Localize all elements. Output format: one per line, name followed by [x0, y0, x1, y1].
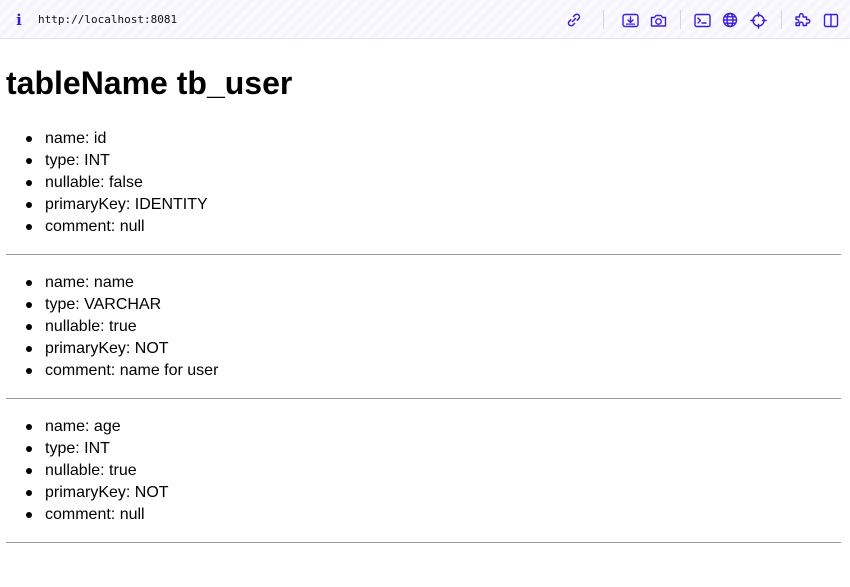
toolbar-separator: [603, 10, 604, 29]
toolbar-separator: [781, 10, 782, 29]
download-card-icon[interactable]: [620, 10, 640, 30]
column-type: type: INT: [0, 150, 850, 172]
column-details-list: name: age type: INT nullable: true prima…: [0, 416, 850, 526]
column-comment: comment: null: [0, 216, 850, 238]
column-nullable: nullable: true: [0, 460, 850, 482]
column-details-list: name: name type: VARCHAR nullable: true …: [0, 272, 850, 382]
column-name: name: id: [0, 128, 850, 150]
globe-icon[interactable]: [720, 10, 740, 30]
column-type: type: VARCHAR: [0, 294, 850, 316]
column-nullable: nullable: true: [0, 316, 850, 338]
column-type: type: INT: [0, 438, 850, 460]
url-bar[interactable]: http://localhost:8081: [38, 12, 177, 28]
column-primary-key: primaryKey: NOT: [0, 482, 850, 504]
page-title: tableName tb_user: [6, 65, 293, 101]
column-name: name: name: [0, 272, 850, 294]
crosshair-icon[interactable]: [748, 10, 768, 30]
link-icon[interactable]: [564, 10, 584, 30]
column-details-list: name: id type: INT nullable: false prima…: [0, 128, 850, 238]
camera-icon[interactable]: [648, 10, 668, 30]
horizontal-rule: [6, 254, 841, 255]
extension-icon[interactable]: [793, 10, 813, 30]
column-primary-key: primaryKey: NOT: [0, 338, 850, 360]
sidebar-icon[interactable]: [821, 10, 841, 30]
column-comment: comment: name for user: [0, 360, 850, 382]
column-comment: comment: null: [0, 504, 850, 526]
column-primary-key: primaryKey: IDENTITY: [0, 194, 850, 216]
horizontal-rule: [6, 542, 841, 543]
browser-toolbar: i http://localhost:8081: [0, 0, 850, 39]
horizontal-rule: [6, 398, 841, 399]
info-icon[interactable]: i: [13, 11, 25, 29]
column-name: name: age: [0, 416, 850, 438]
terminal-icon[interactable]: [692, 10, 712, 30]
toolbar-separator: [680, 10, 681, 29]
column-nullable: nullable: false: [0, 172, 850, 194]
